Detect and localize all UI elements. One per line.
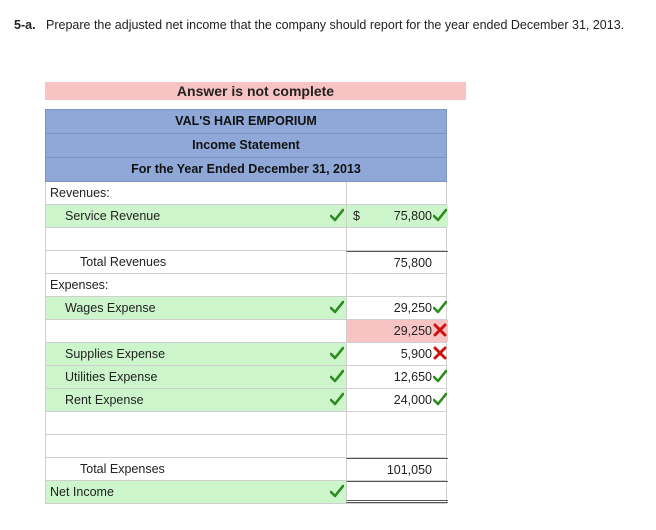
total-expenses-amount-input[interactable]: 101,050 xyxy=(346,458,448,480)
section-label-revenues: Revenues: xyxy=(46,182,346,204)
statement-period-header: For the Year Ended December 31, 2013 xyxy=(45,158,447,182)
amount-value: 75,800 xyxy=(393,256,432,270)
amount-value: 29,250 xyxy=(393,301,432,315)
company-name-header: VAL'S HAIR EMPORIUM xyxy=(45,109,447,134)
wages-expense-amount-input[interactable]: 29,250 xyxy=(346,297,448,319)
blank-label-input[interactable] xyxy=(46,435,346,457)
total-expenses-label: Total Expenses xyxy=(46,458,346,480)
question: 5-a. Prepare the adjusted net income tha… xyxy=(14,18,644,33)
check-icon xyxy=(330,208,344,222)
blank-amount-input[interactable] xyxy=(346,435,448,457)
row-label: Rent Expense xyxy=(65,393,144,407)
amount-value: 75,800 xyxy=(393,209,432,223)
table-row xyxy=(45,228,447,251)
section-label-expenses: Expenses: xyxy=(46,274,346,296)
table-row: Total Expenses 101,050 xyxy=(45,458,448,481)
check-icon xyxy=(330,484,344,498)
row-label: Utilities Expense xyxy=(65,370,158,384)
amount-cell xyxy=(346,274,448,296)
table-row xyxy=(45,412,447,435)
amount-value: 24,000 xyxy=(393,393,432,407)
table-row: Service Revenue $ 75,800 xyxy=(45,205,448,228)
amount-value: 12,650 xyxy=(393,370,432,384)
question-number: 5-a. xyxy=(14,18,36,32)
check-icon xyxy=(330,369,344,383)
blank-label-input[interactable] xyxy=(46,228,346,250)
utilities-expense-label-input[interactable]: Utilities Expense xyxy=(46,366,346,388)
supplies-expense-label-input[interactable]: Supplies Expense xyxy=(46,343,346,365)
table-row: Expenses: xyxy=(45,274,447,297)
row-label: Total Expenses xyxy=(80,462,165,476)
row-label: Expenses: xyxy=(50,278,109,292)
table-row xyxy=(45,435,447,458)
table-row: Net Income xyxy=(45,481,448,504)
statement-title-header: Income Statement xyxy=(45,134,447,158)
question-text: Prepare the adjusted net income that the… xyxy=(46,18,625,32)
table-row: Wages Expense 29,250 xyxy=(45,297,447,320)
row-label: Revenues: xyxy=(50,186,110,200)
check-icon xyxy=(330,300,344,314)
blank-label-input[interactable] xyxy=(46,320,346,342)
income-statement-table: VAL'S HAIR EMPORIUM Income Statement For… xyxy=(45,109,448,504)
check-icon xyxy=(330,346,344,360)
row-label: Total Revenues xyxy=(80,255,167,269)
check-icon xyxy=(433,369,447,383)
wages-expense-label-input[interactable]: Wages Expense xyxy=(46,297,346,319)
cross-icon xyxy=(433,346,447,360)
dollar-sign: $ xyxy=(353,209,360,223)
total-revenues-amount-input[interactable]: 75,800 xyxy=(346,251,448,273)
net-income-label-input[interactable]: Net Income xyxy=(46,481,346,503)
table-row: Utilities Expense 12,650 xyxy=(45,366,447,389)
check-icon xyxy=(433,300,447,314)
row-label: Wages Expense xyxy=(65,301,156,315)
check-icon xyxy=(330,392,344,406)
check-icon xyxy=(433,392,447,406)
blank-amount-input[interactable] xyxy=(346,412,448,434)
total-revenues-label: Total Revenues xyxy=(46,251,346,273)
supplies-expense-amount-input[interactable]: 5,900 xyxy=(346,343,448,365)
table-row: 29,250 xyxy=(45,320,448,343)
table-row: Supplies Expense 5,900 xyxy=(45,343,447,366)
incorrect-amount-input[interactable]: 29,250 xyxy=(346,320,448,342)
amount-value: 101,050 xyxy=(386,463,432,477)
amount-cell xyxy=(346,182,448,204)
table-row: Revenues: xyxy=(45,182,447,205)
answer-status-banner: Answer is not complete xyxy=(45,82,466,100)
check-icon xyxy=(433,208,447,222)
table-row: Total Revenues 75,800 xyxy=(45,251,448,274)
amount-value: 29,250 xyxy=(393,324,432,338)
rent-expense-amount-input[interactable]: 24,000 xyxy=(346,389,448,411)
utilities-expense-amount-input[interactable]: 12,650 xyxy=(346,366,448,388)
blank-amount-input[interactable] xyxy=(346,228,448,250)
blank-label-input[interactable] xyxy=(46,412,346,434)
cross-icon xyxy=(433,323,447,337)
row-label: Net Income xyxy=(50,485,114,499)
row-label: Supplies Expense xyxy=(65,347,166,361)
row-label: Service Revenue xyxy=(65,209,161,223)
service-revenue-amount-input[interactable]: $ 75,800 xyxy=(346,205,448,227)
service-revenue-label-input[interactable]: Service Revenue xyxy=(46,205,346,227)
amount-value: 5,900 xyxy=(400,347,432,361)
net-income-amount-input[interactable] xyxy=(346,481,448,503)
table-row: Rent Expense 24,000 xyxy=(45,389,447,412)
rent-expense-label-input[interactable]: Rent Expense xyxy=(46,389,346,411)
